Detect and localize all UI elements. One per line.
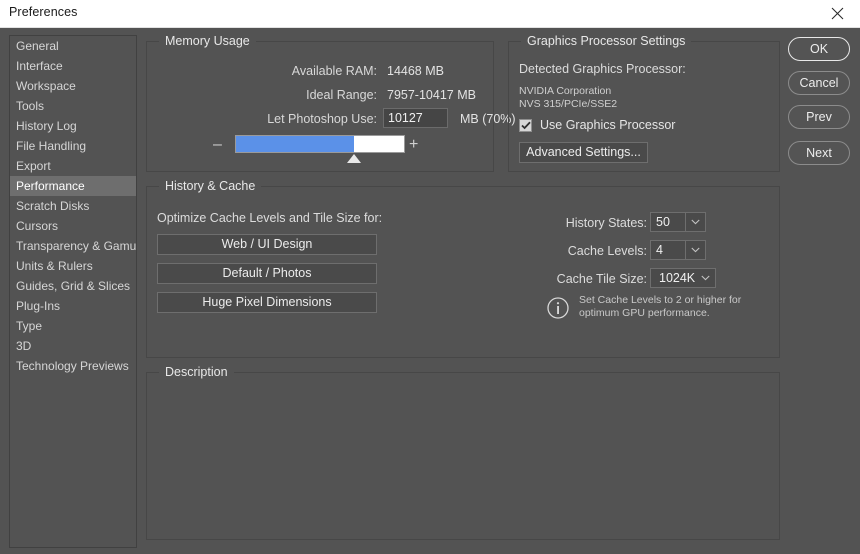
- available-ram-label: Available RAM:: [291, 64, 377, 78]
- sidebar-item-cursors[interactable]: Cursors: [10, 216, 136, 236]
- sidebar-item-performance[interactable]: Performance: [10, 176, 136, 196]
- sidebar-item-tools[interactable]: Tools: [10, 96, 136, 116]
- close-icon[interactable]: [815, 0, 860, 27]
- sidebar-item-transparency-gamut[interactable]: Transparency & Gamut: [10, 236, 136, 256]
- available-ram-value: 14468 MB: [387, 64, 444, 78]
- checkmark-icon: [519, 118, 532, 132]
- memory-slider-thumb[interactable]: [346, 154, 361, 163]
- let-photoshop-use-label: Let Photoshop Use:: [267, 112, 377, 126]
- sidebar-item-plug-ins[interactable]: Plug-Ins: [10, 296, 136, 316]
- chevron-down-icon: [685, 213, 705, 231]
- history-states-dropdown[interactable]: 50: [650, 212, 706, 232]
- sidebar-item-guides-grid-slices[interactable]: Guides, Grid & Slices: [10, 276, 136, 296]
- history-cache-group: History & Cache Optimize Cache Levels an…: [146, 179, 780, 358]
- preset-web-ui-design-button[interactable]: Web / UI Design: [157, 234, 377, 255]
- cancel-button[interactable]: Cancel: [788, 71, 850, 95]
- cache-tile-size-label: Cache Tile Size:: [556, 272, 647, 286]
- preset-huge-pixel-dimensions-button[interactable]: Huge Pixel Dimensions: [157, 292, 377, 313]
- memory-amount-input[interactable]: [383, 108, 448, 128]
- prev-button[interactable]: Prev: [788, 105, 850, 129]
- cache-levels-dropdown[interactable]: 4: [650, 240, 706, 260]
- category-sidebar[interactable]: General Interface Workspace Tools Histor…: [9, 35, 137, 548]
- sidebar-item-type[interactable]: Type: [10, 316, 136, 336]
- cache-levels-value: 4: [656, 243, 663, 257]
- memory-slider[interactable]: [235, 135, 405, 153]
- description-legend: Description: [159, 365, 234, 379]
- advanced-settings-button[interactable]: Advanced Settings...: [519, 142, 648, 163]
- sidebar-item-file-handling[interactable]: File Handling: [10, 136, 136, 156]
- ideal-range-value: 7957-10417 MB: [387, 88, 476, 102]
- cache-info-text: Set Cache Levels to 2 or higher for opti…: [579, 294, 742, 319]
- cache-tile-size-dropdown[interactable]: 1024K: [650, 268, 716, 288]
- next-button[interactable]: Next: [788, 141, 850, 165]
- use-graphics-processor-label: Use Graphics Processor: [540, 118, 676, 132]
- sidebar-item-workspace[interactable]: Workspace: [10, 76, 136, 96]
- chevron-down-icon: [685, 241, 705, 259]
- graphics-processor-group: Graphics Processor Settings Detected Gra…: [508, 34, 780, 172]
- cache-tile-size-value: 1024K: [659, 271, 696, 285]
- sidebar-item-export[interactable]: Export: [10, 156, 136, 176]
- ideal-range-label: Ideal Range:: [306, 88, 377, 102]
- title-bar: Preferences: [0, 0, 860, 28]
- preset-default-photos-button[interactable]: Default / Photos: [157, 263, 377, 284]
- history-states-value: 50: [656, 215, 670, 229]
- optimize-cache-label: Optimize Cache Levels and Tile Size for:: [157, 211, 383, 225]
- sidebar-item-interface[interactable]: Interface: [10, 56, 136, 76]
- detected-gpu-label: Detected Graphics Processor:: [519, 62, 686, 76]
- sidebar-item-3d[interactable]: 3D: [10, 336, 136, 356]
- ok-button[interactable]: OK: [788, 37, 850, 61]
- sidebar-item-units-rulers[interactable]: Units & Rulers: [10, 256, 136, 276]
- sidebar-item-technology-previews[interactable]: Technology Previews: [10, 356, 136, 376]
- info-icon: [547, 297, 569, 319]
- memory-increase-button[interactable]: +: [409, 136, 418, 154]
- memory-usage-group: Memory Usage Available RAM: 14468 MB Ide…: [146, 34, 516, 172]
- gpu-vendor: NVIDIA Corporation: [519, 85, 612, 97]
- memory-usage-legend: Memory Usage: [159, 34, 256, 48]
- sidebar-item-scratch-disks[interactable]: Scratch Disks: [10, 196, 136, 216]
- cache-levels-label: Cache Levels:: [567, 244, 647, 258]
- memory-slider-fill: [236, 136, 354, 152]
- memory-decrease-button[interactable]: –: [213, 136, 222, 154]
- description-group: Description: [146, 365, 780, 540]
- graphics-processor-legend: Graphics Processor Settings: [521, 34, 692, 48]
- sidebar-item-general[interactable]: General: [10, 36, 136, 56]
- gpu-model: NVS 315/PCIe/SSE2: [519, 98, 618, 110]
- chevron-down-icon: [696, 269, 715, 287]
- use-graphics-processor-checkbox[interactable]: Use Graphics Processor: [519, 118, 675, 132]
- window-title: Preferences: [9, 5, 78, 19]
- history-states-label: History States:: [565, 216, 647, 230]
- sidebar-item-history-log[interactable]: History Log: [10, 116, 136, 136]
- preferences-dialog: Preferences General Interface Workspace …: [0, 0, 860, 554]
- history-cache-legend: History & Cache: [159, 179, 262, 193]
